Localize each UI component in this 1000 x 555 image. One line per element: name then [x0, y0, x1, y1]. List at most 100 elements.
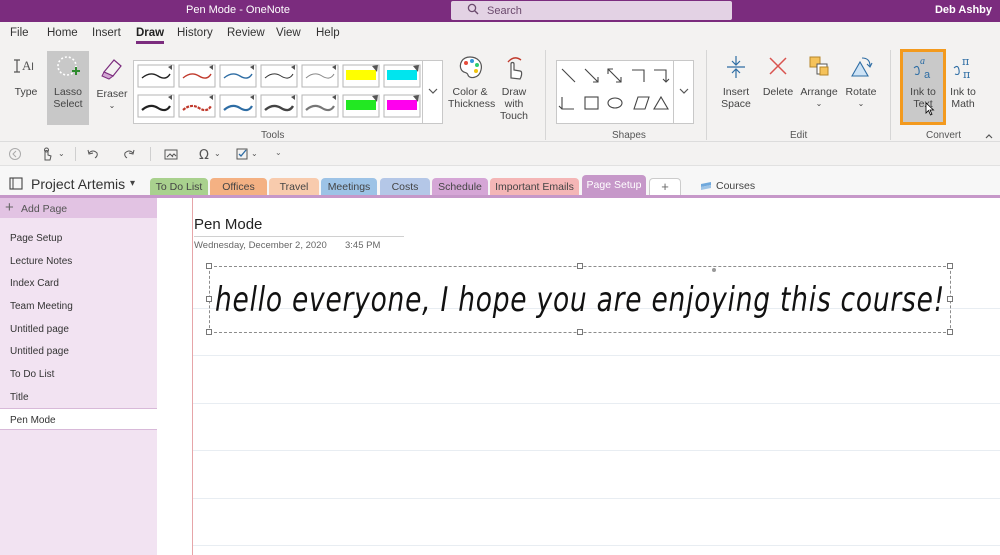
add-page-button[interactable]: + Add Page: [0, 198, 157, 218]
section-tab-travel[interactable]: Travel: [269, 178, 319, 196]
page-item-to-do-list[interactable]: To Do List: [0, 363, 157, 385]
chevron-down-icon: [428, 88, 438, 94]
title-bar: Pen Mode - OneNote Search Deb Ashby: [0, 0, 1000, 22]
ink-to-math-button[interactable]: π π Ink to Math: [946, 54, 980, 110]
shapes-gallery-more[interactable]: [674, 60, 694, 124]
svg-text:Ω: Ω: [199, 148, 209, 161]
other-notebook-courses[interactable]: Courses: [700, 180, 755, 192]
ink-to-text-label-1: Ink to: [910, 86, 936, 98]
chevron-down-icon[interactable]: ⌄: [58, 149, 65, 158]
section-tab-meetings[interactable]: Meetings: [321, 178, 377, 196]
pen-gallery[interactable]: [133, 60, 423, 124]
lasso-select-content[interactable]: Lasso Select: [47, 54, 89, 110]
section-tab-important-emails[interactable]: Important Emails: [490, 178, 579, 196]
section-tab-to-do-list[interactable]: To Do List: [150, 178, 208, 196]
window-title: Pen Mode - OneNote: [186, 4, 290, 16]
svg-text:I: I: [31, 61, 34, 73]
pen-row-2: [137, 94, 421, 118]
tag-checkbox-icon[interactable]: [236, 147, 250, 161]
picture-icon[interactable]: [164, 147, 178, 161]
notebook-stack-icon: [701, 182, 711, 190]
tab-file[interactable]: File: [10, 27, 29, 39]
section-tab-costs[interactable]: Costs: [380, 178, 430, 196]
user-name[interactable]: Deb Ashby: [935, 4, 992, 16]
draw-with-touch-button[interactable]: Draw with Touch: [492, 54, 536, 122]
notebook-dropdown-icon[interactable]: ▾: [130, 178, 135, 189]
shapes-gallery[interactable]: [556, 60, 674, 124]
notebook-name[interactable]: Project Artemis: [31, 176, 125, 192]
pen-gallery-more[interactable]: [423, 60, 443, 124]
plus-icon: +: [5, 199, 14, 216]
customize-toolbar-icon[interactable]: ⌄: [275, 148, 282, 157]
delete-x-icon: [769, 57, 787, 75]
page-item-pen-mode[interactable]: Pen Mode: [0, 408, 158, 430]
rule-line: [193, 545, 1000, 546]
tab-draw[interactable]: Draw: [136, 27, 165, 44]
eraser-dropdown-icon[interactable]: ⌄: [94, 100, 130, 112]
chevron-down-icon[interactable]: ⌄: [251, 149, 258, 158]
color-label-1: Color &: [452, 86, 488, 98]
page-date: Wednesday, December 2, 2020: [194, 240, 327, 251]
rotate-button[interactable]: Rotate ⌄: [843, 54, 879, 110]
touch-hand-icon: [507, 57, 523, 80]
redo-icon[interactable]: [122, 147, 136, 161]
tab-view[interactable]: View: [276, 27, 301, 39]
arrange-dropdown-icon[interactable]: ⌄: [799, 98, 839, 110]
pen-row-1: [137, 64, 421, 88]
search-placeholder: Search: [487, 5, 522, 17]
page-item-label: Page Setup: [10, 233, 63, 244]
search-box[interactable]: Search: [451, 1, 732, 20]
page-title[interactable]: Pen Mode: [194, 216, 262, 233]
rule-line: [193, 355, 1000, 356]
type-button[interactable]: A I Type: [8, 54, 44, 98]
page-item-page-setup[interactable]: Page Setup: [0, 227, 157, 249]
back-icon[interactable]: [8, 147, 22, 161]
rotate-icon: [851, 57, 873, 77]
rotate-dropdown-icon[interactable]: ⌄: [843, 98, 879, 110]
section-tab-page-setup[interactable]: Page Setup: [582, 175, 646, 196]
add-section-button[interactable]: +: [649, 178, 681, 196]
insert-space-label-2: Space: [721, 98, 751, 110]
title-underline: [194, 236, 404, 237]
insert-space-button[interactable]: Insert Space: [716, 54, 756, 110]
tab-help[interactable]: Help: [316, 27, 340, 39]
arrange-button[interactable]: Arrange ⌄: [799, 54, 839, 110]
eraser-button[interactable]: Eraser ⌄: [94, 54, 130, 112]
collapse-ribbon-icon[interactable]: [984, 132, 994, 140]
divider: [75, 147, 76, 161]
ink-to-text-content[interactable]: a a Ink to Text: [903, 54, 943, 110]
ink-to-math-icon: π π: [953, 55, 970, 81]
page-list-pane: + Add Page Page Setup Lecture Notes Inde…: [0, 198, 158, 555]
page-canvas[interactable]: Pen Mode Wednesday, December 2, 2020 3:4…: [157, 198, 1000, 555]
svg-text:a: a: [920, 56, 925, 67]
edit-group-label: Edit: [790, 130, 808, 141]
tab-history[interactable]: History: [177, 27, 213, 39]
divider: [150, 147, 151, 161]
page-item-index-card[interactable]: Index Card: [0, 272, 157, 294]
tab-review[interactable]: Review: [227, 27, 265, 39]
color-thickness-button[interactable]: Color & Thickness: [448, 54, 495, 110]
undo-icon[interactable]: [86, 147, 100, 161]
tab-home[interactable]: Home: [47, 27, 78, 39]
page-item-title[interactable]: Title: [0, 386, 157, 408]
eraser-label: Eraser: [96, 88, 128, 100]
page-item-untitled-1[interactable]: Untitled page: [0, 318, 157, 340]
tab-insert[interactable]: Insert: [92, 27, 121, 39]
symbol-omega-icon[interactable]: Ω: [198, 147, 212, 161]
delete-button[interactable]: Delete: [760, 54, 796, 98]
page-item-label: Untitled page: [10, 324, 69, 335]
page-item-team-meeting[interactable]: Team Meeting: [0, 295, 157, 317]
rule-line: [193, 403, 1000, 404]
other-notebook-label: Courses: [716, 180, 756, 192]
section-tab-offices[interactable]: Offices: [210, 178, 267, 196]
delete-label: Delete: [762, 86, 794, 98]
chevron-down-icon[interactable]: ⌄: [214, 149, 221, 158]
page-item-untitled-2[interactable]: Untitled page: [0, 340, 157, 362]
handwritten-ink[interactable]: hello everyone, I hope you are enjoying …: [211, 269, 951, 333]
touch-mode-icon[interactable]: [40, 147, 54, 161]
page-item-label: Untitled page: [10, 346, 69, 357]
page-item-lecture-notes[interactable]: Lecture Notes: [0, 250, 157, 272]
mouse-cursor-icon: [925, 102, 935, 116]
arrange-icon: [809, 56, 829, 76]
section-tab-schedule[interactable]: Schedule: [432, 178, 488, 196]
